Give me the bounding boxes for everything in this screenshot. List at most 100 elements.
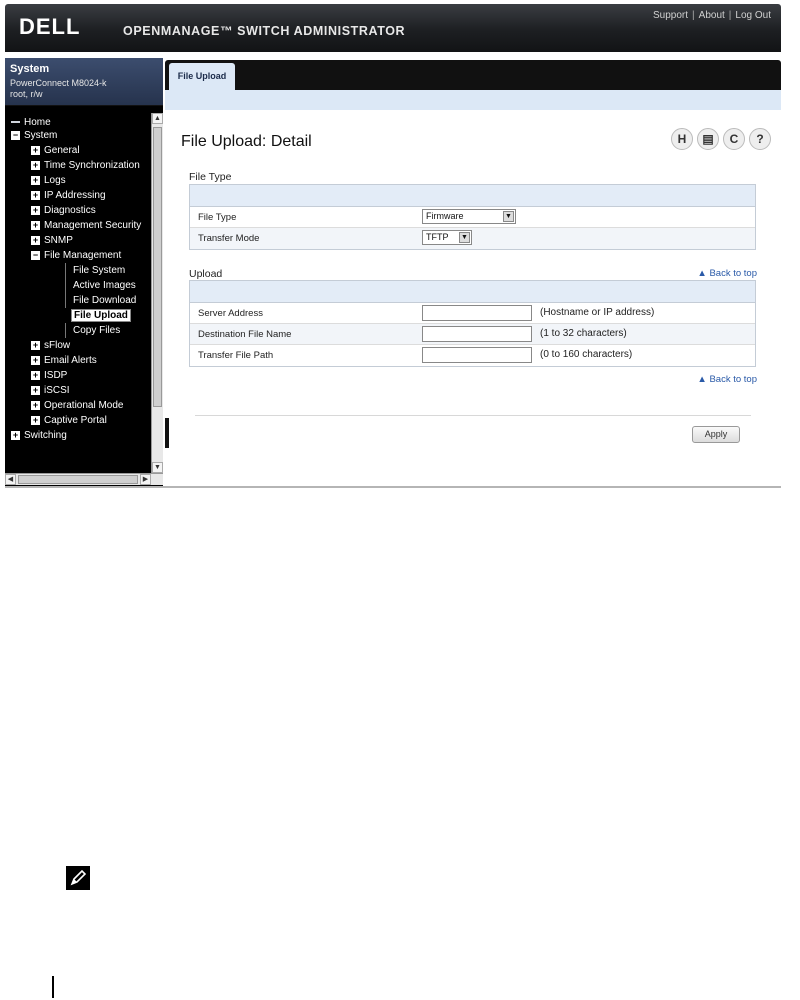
print-icon[interactable]: ▤: [697, 128, 719, 150]
expand-icon[interactable]: +: [31, 400, 40, 410]
chevron-down-icon[interactable]: ▼: [503, 211, 514, 222]
tree-vertical-scrollbar[interactable]: ▲ ▼: [151, 113, 163, 473]
expand-icon[interactable]: +: [31, 340, 40, 350]
expand-icon[interactable]: +: [31, 355, 40, 365]
expand-icon[interactable]: +: [31, 145, 40, 155]
dest-file-input[interactable]: [422, 326, 532, 342]
apply-button[interactable]: Apply: [692, 426, 740, 443]
main-content: File Upload File Upload: Detail H ▤ C? Fil…: [165, 58, 781, 486]
transfer-path-label: Transfer File Path: [198, 350, 274, 361]
scroll-right-icon[interactable]: ▶: [140, 474, 151, 485]
margin-bar: [52, 976, 54, 998]
expand-icon[interactable]: +: [31, 415, 40, 425]
chevron-down-icon[interactable]: ▼: [459, 232, 470, 243]
tree-item-mgmt-security[interactable]: + Management Security: [31, 218, 141, 233]
file-type-label: File Type: [198, 212, 237, 223]
tree-item-system[interactable]: − System: [11, 128, 57, 143]
server-address-hint: (Hostname or IP address): [540, 307, 655, 318]
transfer-mode-select[interactable]: TFTP ▼: [422, 230, 472, 245]
sub-tab-bar: [165, 90, 781, 110]
scroll-left-icon[interactable]: ◀: [5, 474, 16, 485]
file-type-value: Firmware: [426, 211, 464, 221]
expand-icon[interactable]: +: [31, 385, 40, 395]
tree-item-sflow[interactable]: + sFlow: [31, 338, 70, 353]
tree-item-file-management[interactable]: − File Management: [31, 248, 121, 263]
link-separator: |: [728, 10, 732, 21]
tree-line: [65, 293, 66, 308]
transfer-mode-label: Transfer Mode: [198, 233, 260, 244]
support-link[interactable]: Support: [653, 10, 688, 21]
expand-icon[interactable]: +: [31, 220, 40, 230]
device-name: PowerConnect M8024-k: [10, 78, 107, 88]
scroll-thumb[interactable]: [153, 127, 162, 407]
transfer-path-row: Transfer File Path (0 to 160 characters): [190, 345, 755, 366]
dest-file-row: Destination File Name (1 to 32 character…: [190, 324, 755, 345]
tree-line: [65, 278, 66, 293]
tree-item-captive-portal[interactable]: + Captive Portal: [31, 413, 107, 428]
tree-item-time-sync[interactable]: + Time Synchronization: [31, 158, 140, 173]
tree-horizontal-scrollbar[interactable]: ◀ ▶: [5, 473, 163, 485]
expand-icon[interactable]: +: [31, 190, 40, 200]
section-header: [190, 185, 755, 207]
expand-icon[interactable]: +: [31, 205, 40, 215]
tree-item-file-upload[interactable]: File Upload: [71, 308, 131, 323]
tree-item-ip-addressing[interactable]: + IP Addressing: [31, 188, 106, 203]
save-icon[interactable]: H: [671, 128, 693, 150]
collapse-icon[interactable]: −: [31, 250, 40, 260]
back-to-top-link[interactable]: ▲ Back to top: [697, 374, 757, 385]
page-title: File Upload: Detail: [181, 133, 312, 150]
help-icon[interactable]: ?: [749, 128, 771, 150]
tree-item-isdp[interactable]: + ISDP: [31, 368, 67, 383]
scroll-thumb[interactable]: [18, 475, 138, 484]
tree-item-active-images[interactable]: Active Images: [65, 278, 136, 293]
user-info: root, r/w: [10, 89, 43, 99]
expand-icon[interactable]: +: [31, 160, 40, 170]
tree-item-snmp[interactable]: + SNMP: [31, 233, 73, 248]
page-toolbar: H ▤ C?: [667, 128, 771, 152]
system-panel: System PowerConnect M8024-k root, r/w: [5, 58, 163, 106]
transfer-mode-row: Transfer Mode TFTP ▼: [190, 228, 755, 249]
dest-file-label: Destination File Name: [198, 329, 292, 340]
about-link[interactable]: About: [699, 10, 725, 21]
file-type-select[interactable]: Firmware ▼: [422, 209, 516, 224]
collapse-handle[interactable]: [165, 418, 169, 448]
expand-icon[interactable]: +: [31, 235, 40, 245]
sidebar: System PowerConnect M8024-k root, r/w Ho…: [5, 58, 163, 486]
server-address-label: Server Address: [198, 308, 263, 319]
back-to-top-link[interactable]: ▲ Back to top: [697, 268, 757, 279]
expand-icon[interactable]: +: [31, 370, 40, 380]
tree-item-switching[interactable]: + Switching: [11, 428, 67, 443]
transfer-mode-value: TFTP: [426, 232, 449, 242]
refresh-icon[interactable]: C: [723, 128, 745, 150]
tree-item-general[interactable]: + General: [31, 143, 80, 158]
tree-item-diagnostics[interactable]: + Diagnostics: [31, 203, 96, 218]
transfer-path-hint: (0 to 160 characters): [540, 349, 633, 360]
tree-item-copy-files[interactable]: Copy Files: [65, 323, 120, 338]
tab-file-upload[interactable]: File Upload: [169, 63, 235, 90]
tree-item-operational-mode[interactable]: + Operational Mode: [31, 398, 124, 413]
product-title: OPENMANAGE™ SWITCH ADMINISTRATOR: [123, 24, 406, 38]
divider: [195, 415, 751, 416]
logout-link[interactable]: Log Out: [735, 10, 771, 21]
file-type-row: File Type Firmware ▼: [190, 207, 755, 228]
transfer-path-input[interactable]: [422, 347, 532, 363]
link-separator: |: [692, 10, 695, 21]
dell-logo: DELL: [19, 14, 81, 39]
collapse-icon[interactable]: −: [11, 130, 20, 140]
upload-section: Server Address (Hostname or IP address) …: [189, 280, 756, 367]
scroll-down-icon[interactable]: ▼: [152, 462, 163, 473]
home-icon: [11, 121, 20, 124]
tree-item-logs[interactable]: + Logs: [31, 173, 66, 188]
tree-item-email-alerts[interactable]: + Email Alerts: [31, 353, 97, 368]
tree-item-file-system[interactable]: File System: [65, 263, 125, 278]
navigation-tree: Home − System + General + Time Synchronizat…: [5, 113, 151, 473]
expand-icon[interactable]: +: [31, 175, 40, 185]
tree-item-file-download[interactable]: File Download: [65, 293, 136, 308]
server-address-input[interactable]: [422, 305, 532, 321]
section-header: [190, 281, 755, 303]
header-links: Support | About | Log Out: [653, 10, 771, 21]
tree-item-iscsi[interactable]: + iSCSI: [31, 383, 70, 398]
scroll-up-icon[interactable]: ▲: [152, 113, 163, 124]
expand-icon[interactable]: +: [11, 430, 20, 440]
tab-bar: File Upload: [165, 60, 781, 90]
